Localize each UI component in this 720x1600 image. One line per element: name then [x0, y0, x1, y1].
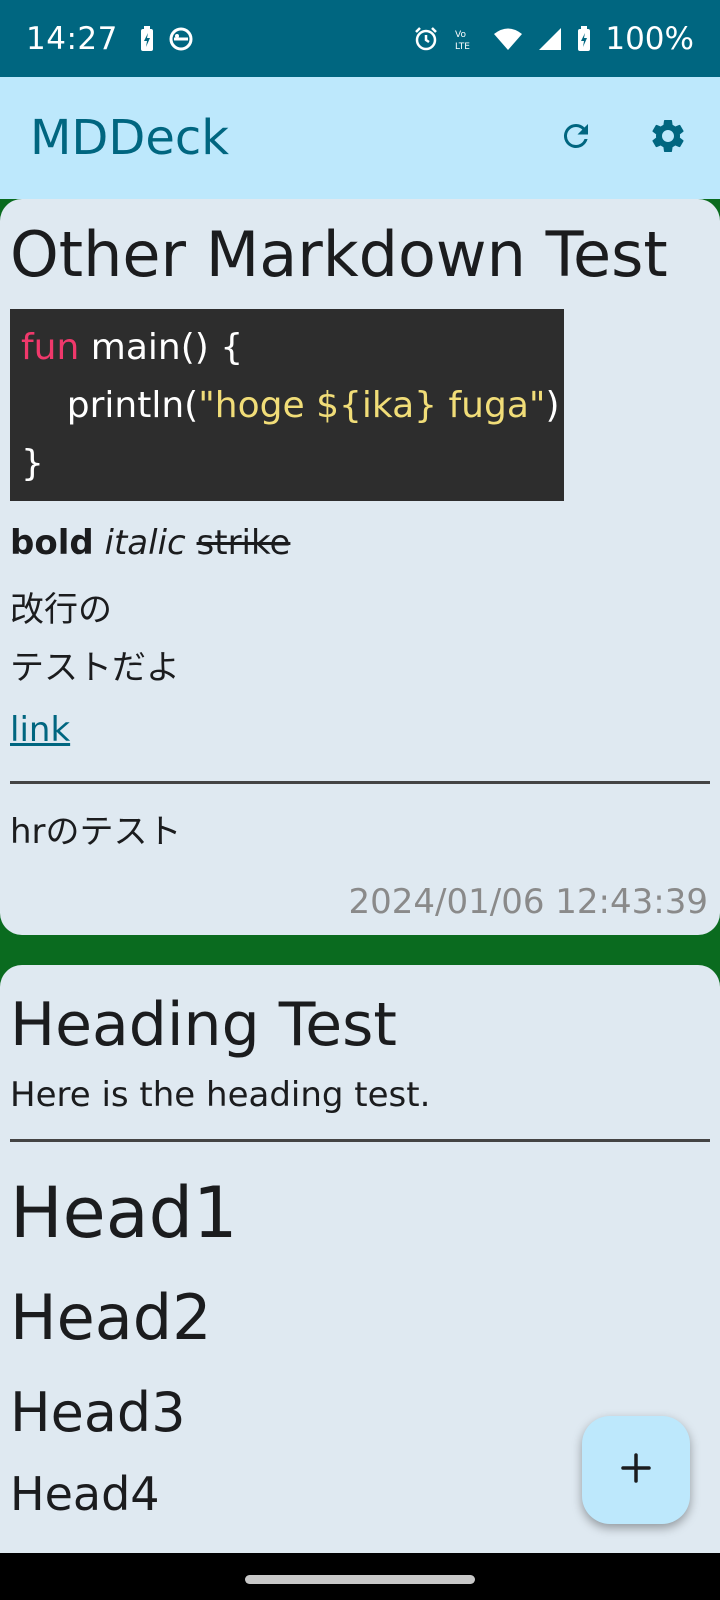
paragraph-line: 改行の — [10, 590, 112, 630]
note-card[interactable]: Other Markdown Test fun main() { println… — [0, 199, 720, 935]
italic-text: italic — [104, 523, 186, 563]
paragraph-line: テストだよ — [10, 648, 180, 688]
code-line-1: main() { — [79, 327, 244, 368]
navigation-bar — [0, 1553, 720, 1600]
card-title: Other Markdown Test — [10, 218, 668, 291]
plus-icon — [619, 1451, 653, 1489]
settings-button[interactable] — [646, 116, 690, 160]
card-timestamp: 2024/01/06 12:43:39 — [348, 882, 708, 922]
bold-text: bold — [10, 523, 94, 563]
svg-text:Vo: Vo — [455, 30, 466, 40]
home-gesture-handle[interactable] — [245, 1575, 475, 1584]
card-list[interactable]: Other Markdown Test fun main() { println… — [0, 199, 720, 1553]
sync-icon — [168, 26, 194, 52]
volte-icon: Vo LTE — [453, 26, 479, 52]
app-bar: MDDeck — [0, 77, 720, 199]
wifi-icon — [493, 26, 523, 52]
code-string: "hoge ${ika} fuga" — [198, 385, 546, 426]
inline-styles: bold italic strike — [10, 521, 710, 565]
signal-icon — [537, 26, 563, 52]
strike-text: strike — [196, 523, 291, 563]
horizontal-rule — [10, 781, 710, 784]
battery-percent: 100% — [605, 20, 694, 57]
heading-2: Head2 — [10, 1281, 212, 1354]
status-bar: 14:27 Vo LTE 100% — [0, 0, 720, 77]
svg-text:LTE: LTE — [455, 42, 470, 52]
code-line-2-end: ) — [545, 385, 560, 426]
refresh-icon — [558, 118, 594, 158]
refresh-button[interactable] — [554, 116, 598, 160]
alarm-icon — [413, 26, 439, 52]
battery-charging-icon — [577, 25, 591, 52]
add-note-button[interactable] — [582, 1416, 690, 1524]
card-description: Here is the heading test. — [10, 1075, 431, 1115]
settings-icon — [648, 116, 688, 160]
heading-1: Head1 — [10, 1172, 238, 1254]
markdown-link[interactable]: link — [10, 701, 70, 759]
card-title: Heading Test — [10, 990, 397, 1060]
paragraph-line: hrのテスト — [10, 812, 182, 852]
code-line-2-start: println( — [21, 385, 199, 426]
horizontal-rule — [10, 1139, 710, 1142]
status-time: 14:27 — [26, 20, 118, 57]
code-block: fun main() { println("hoge ${ika} fuga")… — [10, 309, 564, 501]
code-keyword: fun — [21, 327, 80, 368]
app-title: MDDeck — [30, 110, 230, 166]
code-line-3: } — [21, 443, 44, 484]
battery-saver-icon — [140, 25, 154, 52]
